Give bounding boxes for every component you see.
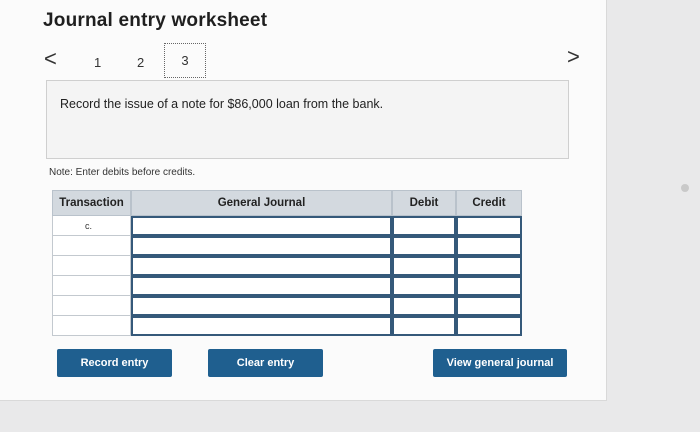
general-journal-input[interactable] [131, 216, 392, 236]
record-entry-button[interactable]: Record entry [57, 349, 172, 377]
note-text: Note: Enter debits before credits. [49, 167, 196, 178]
worksheet-panel: Journal entry worksheet < 1 2 3 > Record… [0, 0, 607, 401]
transaction-cell [52, 276, 131, 296]
page-title: Journal entry worksheet [43, 10, 268, 31]
credit-input[interactable] [456, 296, 522, 316]
credit-input[interactable] [456, 316, 522, 336]
debit-input[interactable] [392, 316, 456, 336]
credit-input[interactable] [456, 276, 522, 296]
general-journal-input[interactable] [131, 256, 392, 276]
header-debit: Debit [392, 190, 456, 216]
transaction-cell [52, 316, 131, 336]
header-general-journal: General Journal [131, 190, 392, 216]
transaction-cell [52, 236, 131, 256]
clear-entry-button[interactable]: Clear entry [208, 349, 323, 377]
chevron-left-icon[interactable]: < [44, 48, 57, 70]
journal-table: Transaction General Journal Debit Credit… [52, 190, 522, 336]
transaction-cell: c. [52, 216, 131, 236]
step-1-link[interactable]: 1 [94, 55, 101, 70]
transaction-cell [52, 256, 131, 276]
debit-input[interactable] [392, 256, 456, 276]
debit-input[interactable] [392, 216, 456, 236]
prompt-text: Record the issue of a note for $86,000 l… [60, 97, 384, 111]
transaction-cell [52, 296, 131, 316]
general-journal-input[interactable] [131, 296, 392, 316]
step-2-link[interactable]: 2 [137, 55, 144, 70]
header-credit: Credit [456, 190, 522, 216]
prompt-box: Record the issue of a note for $86,000 l… [46, 80, 569, 159]
credit-input[interactable] [456, 256, 522, 276]
debit-input[interactable] [392, 296, 456, 316]
header-transaction: Transaction [52, 190, 131, 216]
credit-input[interactable] [456, 216, 522, 236]
general-journal-input[interactable] [131, 276, 392, 296]
decorative-dot [681, 184, 689, 192]
credit-input[interactable] [456, 236, 522, 256]
general-journal-input[interactable] [131, 316, 392, 336]
debit-input[interactable] [392, 276, 456, 296]
chevron-right-icon[interactable]: > [567, 46, 580, 68]
debit-input[interactable] [392, 236, 456, 256]
view-general-journal-button[interactable]: View general journal [433, 349, 567, 377]
general-journal-input[interactable] [131, 236, 392, 256]
step-3-current[interactable]: 3 [164, 43, 206, 78]
